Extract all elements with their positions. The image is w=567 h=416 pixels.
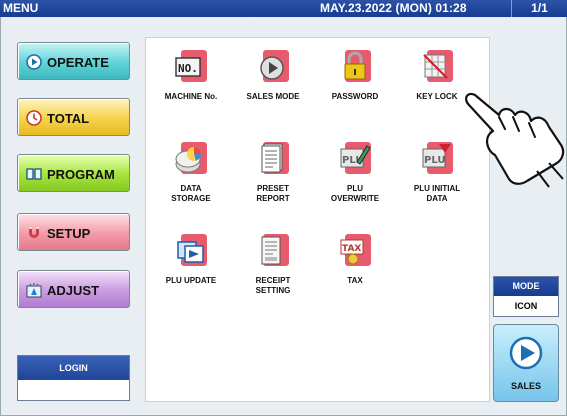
menu-item-plu-overwrite[interactable]: PLU PLU OVERWRITE — [314, 142, 396, 204]
menu-item-label: DATA STORAGE — [150, 184, 232, 204]
play-circle-icon — [26, 54, 42, 70]
label-line-2: SETTING — [255, 286, 291, 295]
clock-icon — [26, 110, 42, 126]
menu-item-tax[interactable]: TAX TAX — [314, 234, 396, 286]
tax-icon: TAX — [340, 234, 371, 266]
menu-item-password[interactable]: PASSWORD — [314, 50, 396, 102]
magnet-icon — [29, 227, 39, 238]
menu-item-label: PLU UPDATE — [165, 276, 217, 285]
menu-item-label: SALES MODE — [246, 92, 300, 101]
label-line-1: PLU — [347, 184, 363, 193]
operate-label: OPERATE — [47, 55, 109, 70]
report-document-icon — [261, 142, 289, 174]
login-label: LOGIN — [18, 356, 129, 380]
label-line-1: PRESET — [256, 184, 289, 193]
program-button[interactable]: PROGRAM — [17, 154, 130, 192]
program-label: PROGRAM — [47, 167, 115, 182]
book-icon — [26, 168, 42, 180]
operate-button[interactable]: OPERATE — [17, 42, 130, 80]
plu-initial-icon: PLU — [422, 142, 453, 174]
date-time: MAY.23.2022 (MON) 01:28 — [320, 1, 467, 15]
total-label: TOTAL — [47, 111, 90, 126]
pointing-hand-icon — [465, 92, 565, 188]
sales-mode-icon — [260, 50, 289, 82]
menu-item-label: PLU OVERWRITE — [314, 184, 396, 204]
key-lock-icon — [423, 50, 453, 82]
login-field[interactable] — [18, 380, 129, 400]
label-line-1: DATA — [180, 184, 202, 193]
menu-item-label: TAX — [347, 276, 363, 285]
menu-icon-panel: NO. MACHINE No. SALES MODE PASSWORD KEY … — [145, 37, 490, 402]
login-box[interactable]: LOGIN — [17, 355, 130, 401]
label-line-2: OVERWRITE — [330, 194, 380, 203]
menu-item-label: MACHINE No. — [164, 92, 218, 101]
menu-item-receipt-setting[interactable]: RECEIPT SETTING — [232, 234, 314, 296]
label-line-2: REPORT — [256, 194, 290, 203]
mode-box[interactable]: MODE ICON — [493, 276, 559, 317]
mode-value[interactable]: ICON — [494, 296, 558, 316]
plu-update-icon — [177, 234, 207, 266]
label-line-1: RECEIPT — [255, 276, 291, 285]
label-line-2: DATA — [426, 194, 448, 203]
menu-item-label: PASSWORD — [331, 92, 379, 101]
setup-button[interactable]: SETUP — [17, 213, 130, 251]
title-bar: MENU MAY.23.2022 (MON) 01:28 1/1 — [0, 0, 567, 17]
svg-text:NO.: NO. — [178, 62, 198, 75]
label-line-2: STORAGE — [171, 194, 211, 203]
menu-item-machine-no[interactable]: NO. MACHINE No. — [150, 50, 232, 102]
machine-number-icon: NO. — [175, 50, 207, 82]
menu-item-label: PRESET REPORT — [232, 184, 314, 204]
pie-storage-icon — [175, 142, 207, 174]
svg-text:PLU: PLU — [424, 155, 445, 166]
sales-label: SALES — [510, 381, 541, 391]
page-indicator: 1/1 — [511, 0, 567, 17]
menu-item-data-storage[interactable]: DATA STORAGE — [150, 142, 232, 204]
menu-item-preset-report[interactable]: PRESET REPORT — [232, 142, 314, 204]
sales-button[interactable]: SALES — [493, 324, 559, 402]
mode-title: MODE — [494, 277, 558, 296]
menu-item-plu-update[interactable]: PLU UPDATE — [150, 234, 232, 286]
setup-label: SETUP — [47, 226, 91, 241]
adjust-button[interactable]: ADJUST — [17, 270, 130, 308]
screen-title: MENU — [3, 1, 39, 15]
plu-overwrite-icon: PLU — [340, 142, 371, 174]
total-button[interactable]: TOTAL — [17, 98, 130, 136]
padlock-icon — [344, 50, 371, 82]
play-circle-icon — [509, 336, 543, 370]
receipt-icon — [261, 234, 289, 266]
menu-item-label: RECEIPT SETTING — [232, 276, 314, 296]
svg-text:TAX: TAX — [342, 244, 361, 254]
adjust-label: ADJUST — [47, 283, 100, 298]
scale-icon — [26, 283, 42, 298]
menu-item-sales-mode[interactable]: SALES MODE — [232, 50, 314, 102]
